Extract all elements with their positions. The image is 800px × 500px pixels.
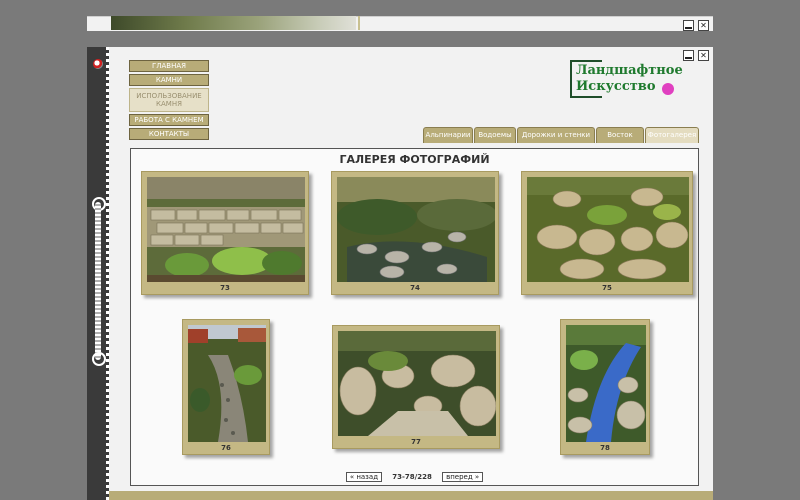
photo-thumb-75[interactable]: 75 [521,171,693,295]
page-count: 73-78/228 [392,473,432,481]
photo-77 [338,331,496,436]
tab-east[interactable]: Восток [596,127,644,143]
tab-alpinaria[interactable]: Альпинарии [423,127,473,143]
minimize-icon[interactable] [683,50,694,61]
background-minimize-icon[interactable] [683,20,694,31]
nav-item-stones[interactable]: КАМНИ [129,74,209,86]
photo-78 [566,325,646,442]
photo-73 [147,177,305,282]
close-icon[interactable]: ✕ [698,50,709,61]
photo-thumb-74[interactable]: 74 [331,171,499,295]
tab-photo-gallery[interactable]: Фотогалерея [645,127,699,143]
photo-caption: 75 [602,284,612,292]
logo-dot-icon [662,83,674,95]
photo-caption: 77 [411,438,421,446]
photo-caption: 74 [410,284,420,292]
photo-caption: 73 [220,284,230,292]
photo-thumb-76[interactable]: 76 [182,319,270,455]
footer-bar [109,491,713,500]
background-window-divider [358,16,360,30]
rail-knob-icon[interactable] [93,59,103,69]
nav-item-contacts[interactable]: КОНТАКТЫ [129,128,209,140]
photo-74 [337,177,495,282]
photo-76 [188,325,266,442]
logo-line-2: Искусство [576,79,656,94]
gallery-title: ГАЛЕРЕЯ ФОТОГРАФИЙ [339,153,490,166]
nav-item-stone-usage[interactable]: ИСПОЛЬЗОВАНИЕ КАМНЯ [129,88,209,112]
main-window: ✕ ГЛАВНАЯ КАМНИ ИСПОЛЬЗОВАНИЕ КАМНЯ РАБО… [109,47,713,500]
next-page-button[interactable]: вперед » [442,472,484,482]
scroll-rope[interactable] [95,202,101,360]
background-close-icon[interactable]: ✕ [698,20,709,31]
site-logo[interactable]: Ландшафтное Искусство [570,60,683,100]
tab-paths-walls[interactable]: Дорожки и стенки [517,127,595,143]
photo-caption: 78 [600,444,610,452]
tab-ponds[interactable]: Водоемы [474,127,516,143]
main-nav: ГЛАВНАЯ КАМНИ ИСПОЛЬЗОВАНИЕ КАМНЯ РАБОТА… [129,60,209,142]
background-window-photo [111,16,356,30]
photo-thumb-77[interactable]: 77 [332,325,500,449]
photo-thumb-78[interactable]: 78 [560,319,650,455]
nav-item-stone-work[interactable]: РАБОТА С КАМНЕМ [129,114,209,126]
nav-item-home[interactable]: ГЛАВНАЯ [129,60,209,72]
logo-line-1: Ландшафтное [576,63,683,78]
gallery-pager: « назад 73-78/228 вперед » [131,472,698,482]
prev-page-button[interactable]: « назад [345,472,383,482]
rope-bottom-ring-icon [92,352,106,366]
photo-caption: 76 [221,444,231,452]
photo-gallery: ГАЛЕРЕЯ ФОТОГРАФИЙ 73 74 75 76 77 78 « н… [130,148,699,486]
photo-75 [527,177,689,282]
photo-thumb-73[interactable]: 73 [141,171,309,295]
